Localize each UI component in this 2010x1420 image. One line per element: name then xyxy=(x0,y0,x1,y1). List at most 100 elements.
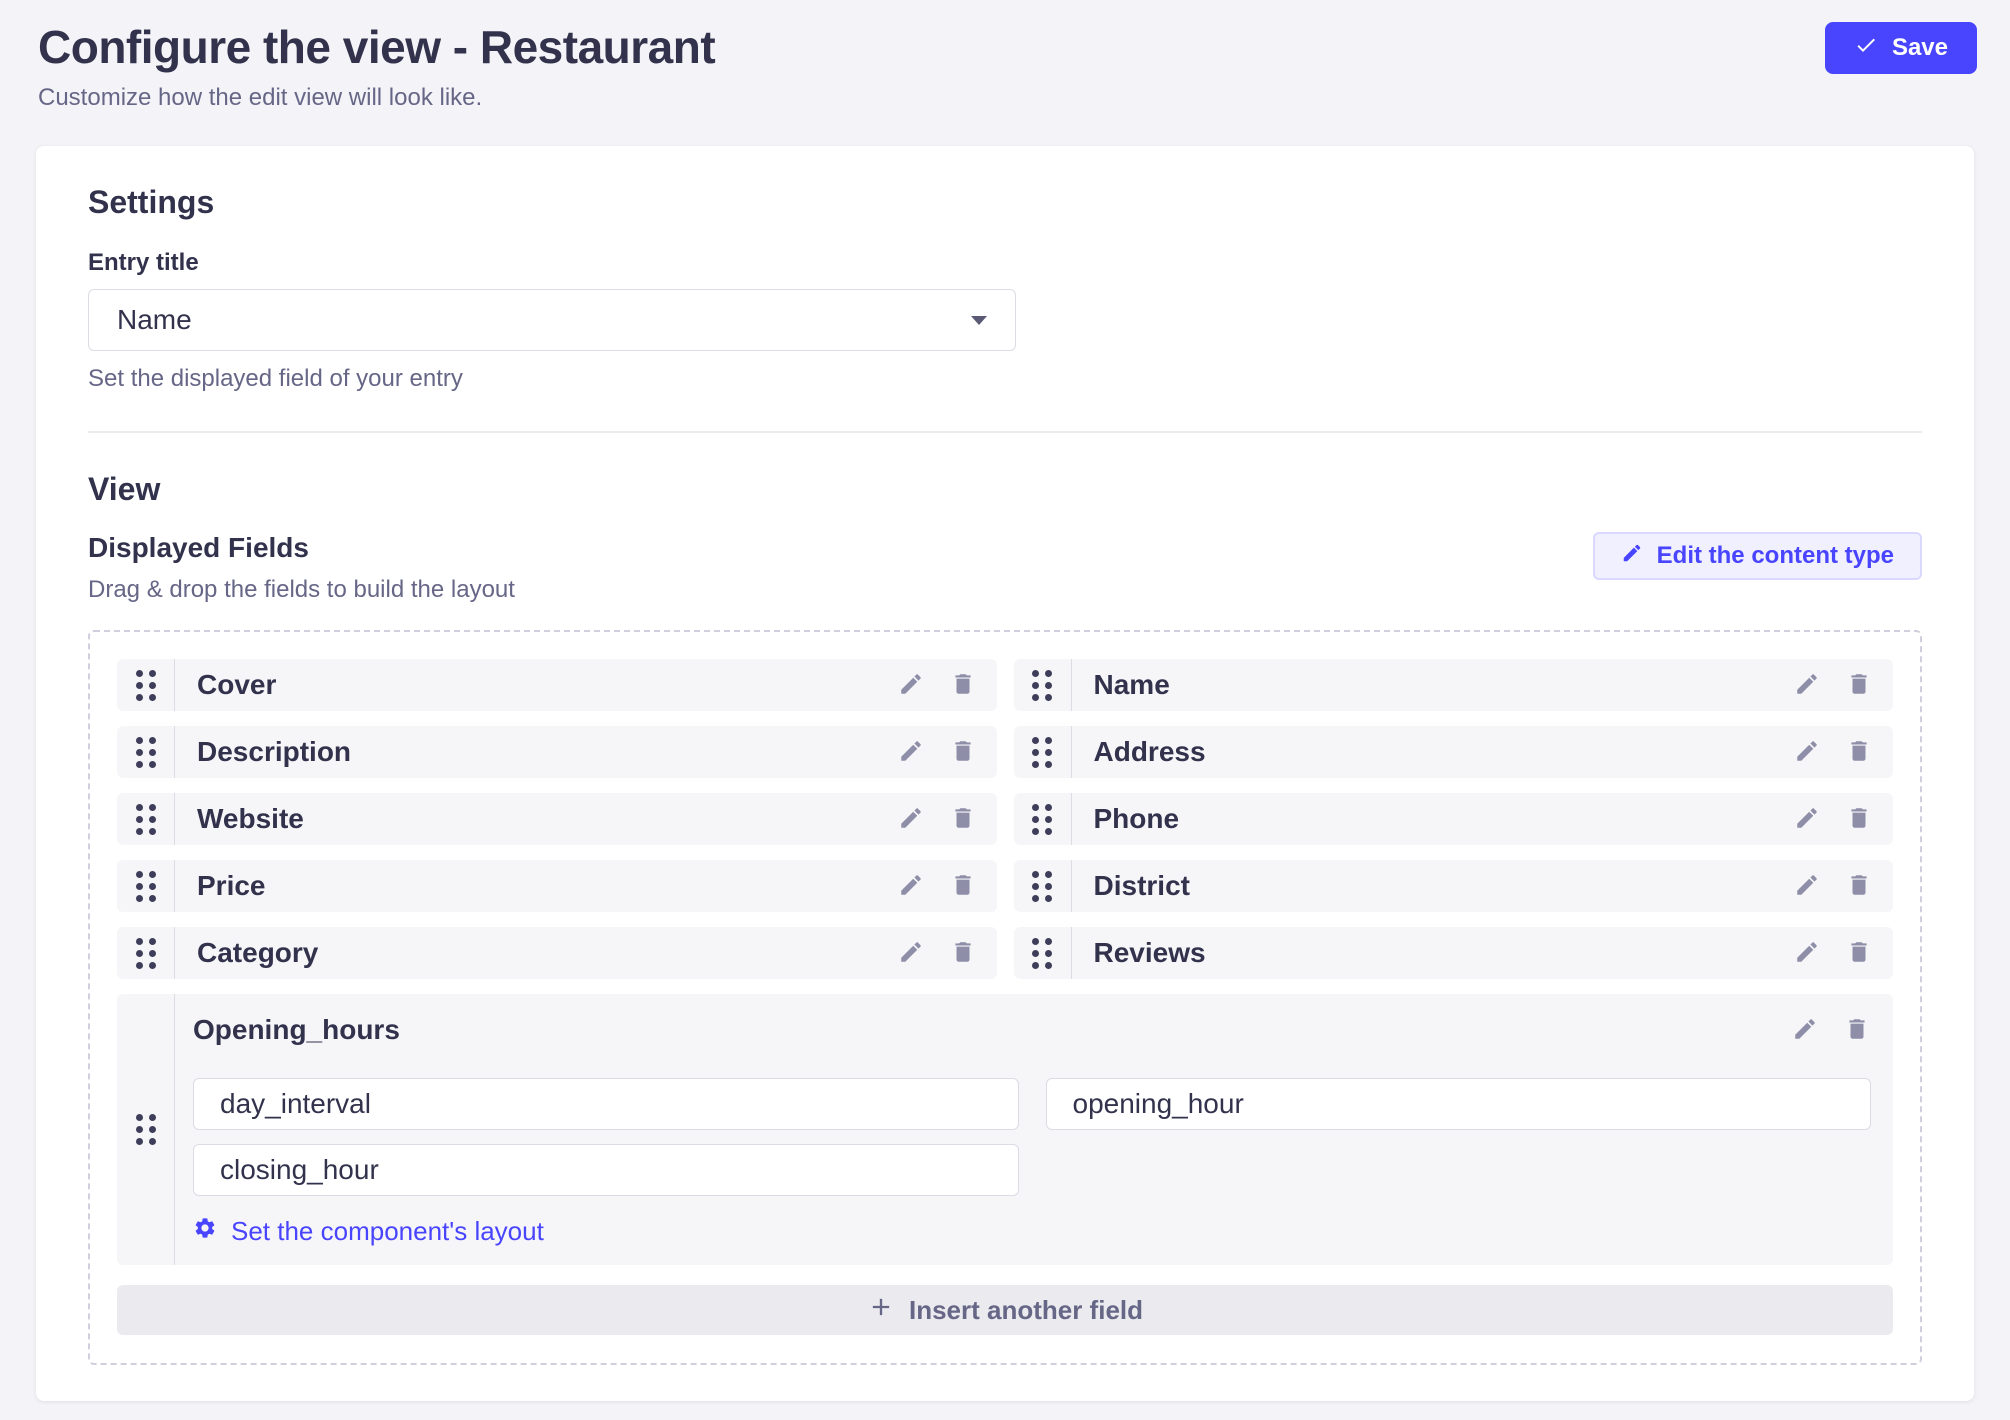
field-row-description[interactable]: Description xyxy=(117,726,997,778)
save-button-label: Save xyxy=(1892,34,1948,62)
displayed-fields-titles: Displayed Fields Drag & drop the fields … xyxy=(88,532,515,604)
edit-field-button[interactable] xyxy=(897,738,925,766)
drag-handle[interactable] xyxy=(117,659,175,711)
drag-handle[interactable] xyxy=(117,994,175,1265)
delete-field-button[interactable] xyxy=(1845,738,1873,766)
drag-dots-icon xyxy=(136,1114,156,1145)
trash-icon xyxy=(1846,939,1872,968)
check-icon xyxy=(1854,33,1878,64)
delete-field-button[interactable] xyxy=(1845,805,1873,833)
gear-icon xyxy=(193,1216,217,1247)
field-row-address[interactable]: Address xyxy=(1014,726,1894,778)
trash-icon xyxy=(950,671,976,700)
pencil-icon xyxy=(898,872,924,901)
entry-title-group: Entry title Name Set the displayed field… xyxy=(88,249,1922,393)
pencil-icon xyxy=(1794,671,1820,700)
field-row-district[interactable]: District xyxy=(1014,860,1894,912)
field-label: Cover xyxy=(175,669,897,701)
field-label: Description xyxy=(175,736,897,768)
settings-heading: Settings xyxy=(88,184,1922,221)
delete-field-button[interactable] xyxy=(949,939,977,967)
component-row-opening-hours[interactable]: Opening_hours day_interval opening_hour … xyxy=(117,994,1893,1265)
trash-icon xyxy=(1846,872,1872,901)
pencil-icon xyxy=(1794,939,1820,968)
entry-title-helper: Set the displayed field of your entry xyxy=(88,365,1922,393)
field-row-phone[interactable]: Phone xyxy=(1014,793,1894,845)
component-name-label: Opening_hours xyxy=(193,1014,400,1046)
drag-dots-icon xyxy=(136,804,156,835)
drag-handle[interactable] xyxy=(1014,793,1072,845)
drag-dots-icon xyxy=(136,737,156,768)
plus-icon xyxy=(867,1293,895,1328)
page-header: Configure the view - Restaurant Customiz… xyxy=(0,0,2010,146)
displayed-fields-header: Displayed Fields Drag & drop the fields … xyxy=(88,532,1922,604)
drag-handle[interactable] xyxy=(1014,659,1072,711)
edit-field-button[interactable] xyxy=(1793,872,1821,900)
edit-field-button[interactable] xyxy=(897,671,925,699)
insert-another-field-button[interactable]: Insert another field xyxy=(117,1285,1893,1335)
section-divider xyxy=(88,431,1922,433)
subfield-opening-hour[interactable]: opening_hour xyxy=(1046,1078,1872,1130)
entry-title-label: Entry title xyxy=(88,249,1922,277)
view-heading: View xyxy=(88,471,1922,508)
fields-layout-container: Cover Name Description Addres xyxy=(88,630,1922,1365)
drag-dots-icon xyxy=(1032,871,1052,902)
drag-dots-icon xyxy=(1032,737,1052,768)
delete-field-button[interactable] xyxy=(1845,939,1873,967)
edit-field-button[interactable] xyxy=(897,872,925,900)
edit-field-button[interactable] xyxy=(1793,805,1821,833)
edit-content-type-button[interactable]: Edit the content type xyxy=(1593,532,1922,580)
delete-field-button[interactable] xyxy=(1845,872,1873,900)
component-subfield-grid: day_interval opening_hour closing_hour xyxy=(193,1078,1871,1196)
delete-field-button[interactable] xyxy=(949,671,977,699)
set-component-layout-link[interactable]: Set the component's layout xyxy=(193,1216,544,1247)
entry-title-select[interactable]: Name xyxy=(88,289,1016,351)
drag-handle[interactable] xyxy=(1014,726,1072,778)
entry-title-select-value: Name xyxy=(117,304,192,336)
drag-dots-icon xyxy=(136,871,156,902)
field-row-cover[interactable]: Cover xyxy=(117,659,997,711)
delete-field-button[interactable] xyxy=(949,805,977,833)
delete-field-button[interactable] xyxy=(949,738,977,766)
page-title: Configure the view - Restaurant xyxy=(38,18,1974,76)
drag-dots-icon xyxy=(136,938,156,969)
chevron-down-icon xyxy=(971,316,987,325)
drag-handle[interactable] xyxy=(117,927,175,979)
subfield-day-interval[interactable]: day_interval xyxy=(193,1078,1019,1130)
pencil-icon xyxy=(898,939,924,968)
drag-handle[interactable] xyxy=(117,726,175,778)
trash-icon xyxy=(950,805,976,834)
edit-field-button[interactable] xyxy=(897,939,925,967)
delete-field-button[interactable] xyxy=(1845,671,1873,699)
pencil-icon xyxy=(1794,872,1820,901)
drag-handle[interactable] xyxy=(117,860,175,912)
field-row-reviews[interactable]: Reviews xyxy=(1014,927,1894,979)
displayed-fields-heading: Displayed Fields xyxy=(88,532,515,564)
field-label: Name xyxy=(1072,669,1794,701)
save-button[interactable]: Save xyxy=(1825,22,1977,74)
field-row-price[interactable]: Price xyxy=(117,860,997,912)
trash-icon xyxy=(1846,738,1872,767)
edit-field-button[interactable] xyxy=(1791,1016,1819,1044)
delete-field-button[interactable] xyxy=(1843,1016,1871,1044)
field-label: Address xyxy=(1072,736,1794,768)
subfield-closing-hour[interactable]: closing_hour xyxy=(193,1144,1019,1196)
component-head: Opening_hours xyxy=(193,1014,1871,1046)
pencil-icon xyxy=(898,671,924,700)
set-component-layout-label: Set the component's layout xyxy=(231,1216,544,1247)
drag-handle[interactable] xyxy=(117,793,175,845)
delete-field-button[interactable] xyxy=(949,872,977,900)
drag-handle[interactable] xyxy=(1014,927,1072,979)
field-row-category[interactable]: Category xyxy=(117,927,997,979)
edit-field-button[interactable] xyxy=(1793,939,1821,967)
trash-icon xyxy=(950,738,976,767)
edit-field-button[interactable] xyxy=(897,805,925,833)
field-row-website[interactable]: Website xyxy=(117,793,997,845)
edit-field-button[interactable] xyxy=(1793,738,1821,766)
pencil-icon xyxy=(1621,542,1643,571)
edit-field-button[interactable] xyxy=(1793,671,1821,699)
pencil-icon xyxy=(898,805,924,834)
field-row-name[interactable]: Name xyxy=(1014,659,1894,711)
drag-dots-icon xyxy=(1032,938,1052,969)
drag-handle[interactable] xyxy=(1014,860,1072,912)
